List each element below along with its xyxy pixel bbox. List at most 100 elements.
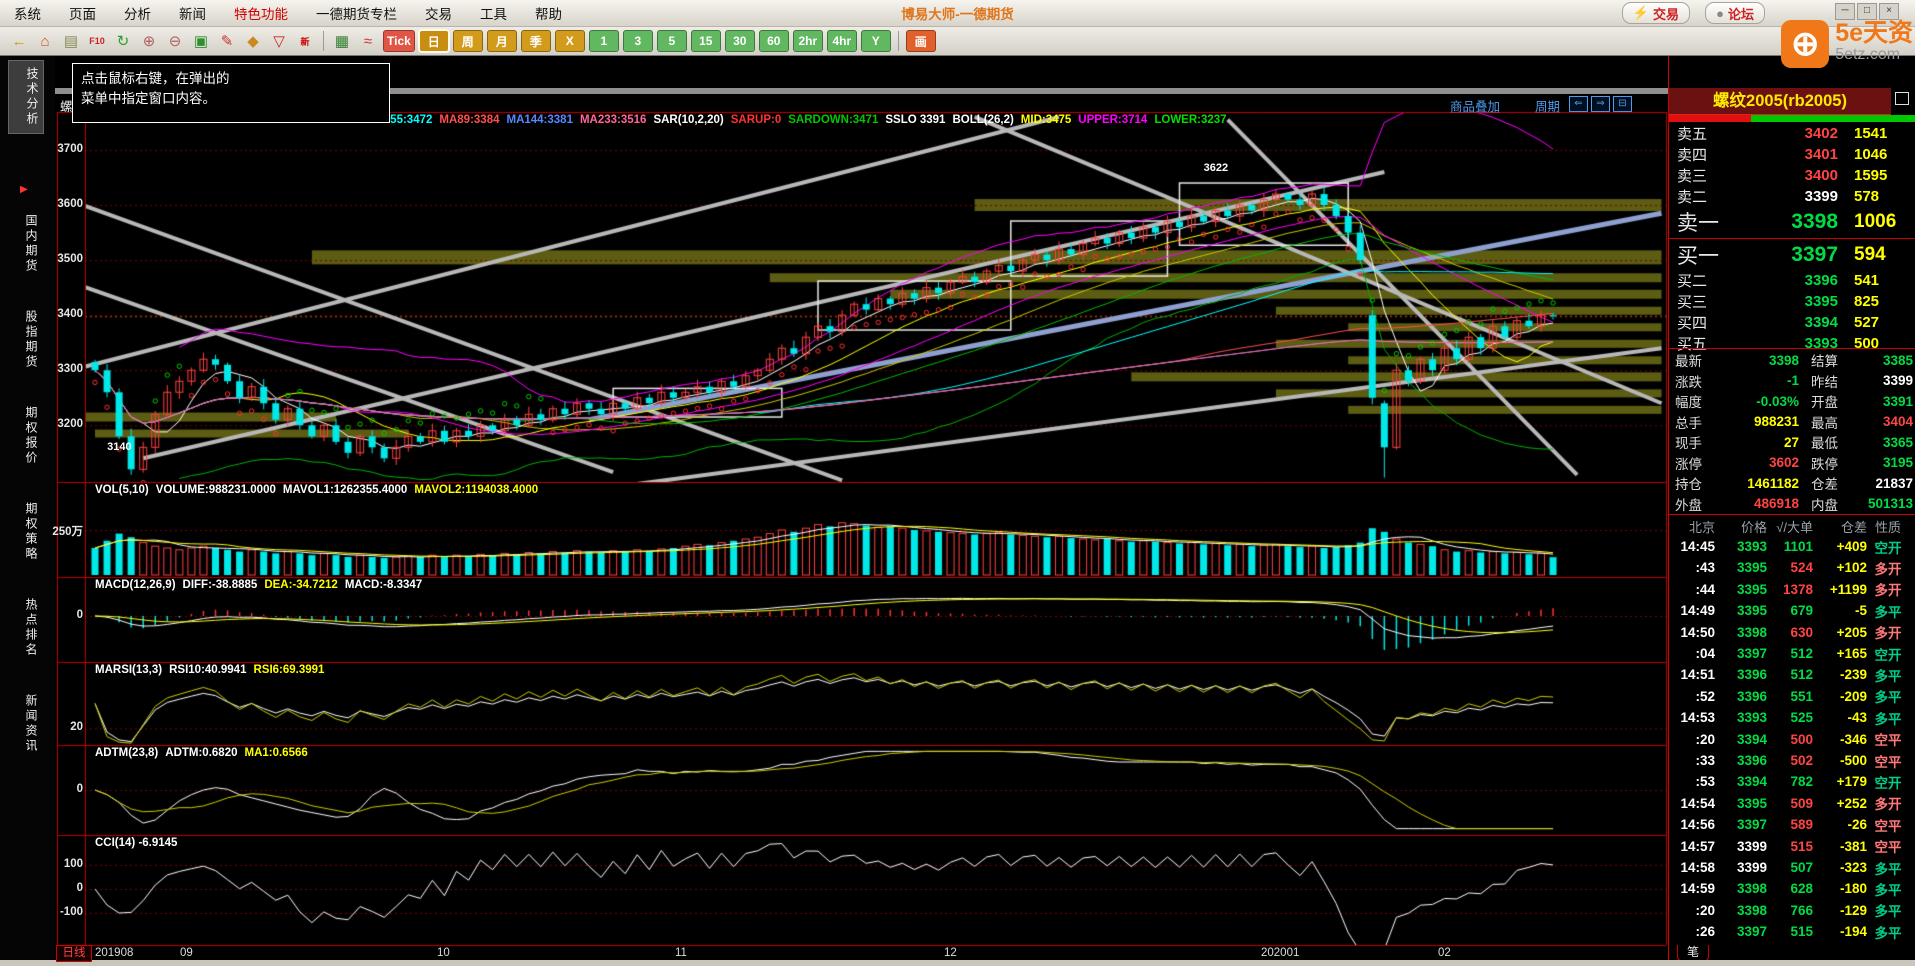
period-day-button[interactable]: 日 [419, 30, 449, 52]
ask-row-5[interactable]: 卖五34021541 [1669, 123, 1915, 144]
menu-item-7[interactable]: 交易 [411, 3, 466, 23]
stat-value: 3398 [1713, 353, 1799, 368]
stat-label: 昨结 [1799, 371, 1849, 391]
indicator-value: MA89:3384 [439, 114, 499, 126]
period-5m-button[interactable]: 5 [657, 30, 687, 52]
menu-item-5[interactable]: 特色功能 [220, 3, 302, 23]
restore-window-icon[interactable] [1895, 92, 1909, 105]
sidebar-tab-analysis[interactable]: 技术分析 [8, 60, 44, 134]
trade-button-label: 交易 [1653, 4, 1679, 23]
stat-value: 988231 [1713, 414, 1799, 429]
blocks-icon[interactable]: ▣ [189, 29, 213, 53]
tick-price: 3395 [1715, 560, 1767, 575]
tick-header-cell: 北京 [1669, 517, 1715, 536]
ask-row-2[interactable]: 卖二3399578 [1669, 186, 1915, 207]
tick-row: :433395524+102多开 [1669, 557, 1915, 578]
ask-row-1[interactable]: 卖一33981006 [1669, 207, 1915, 236]
period-y-button[interactable]: Y [861, 30, 891, 52]
main-chart-canvas[interactable] [55, 56, 1668, 960]
period-tab[interactable]: 日线 [56, 945, 92, 962]
news-icon[interactable]: ▤ [59, 29, 83, 53]
indicator-value: MAVOL1:1262355.4000 [283, 484, 407, 496]
depth-price: 3398 [1719, 210, 1838, 234]
bid-row-4[interactable]: 买四3394527 [1669, 312, 1915, 333]
sidebar-item-2[interactable]: 股指期货 [10, 310, 40, 370]
filter-icon[interactable]: ▽ [267, 29, 291, 53]
tick-row: :4433951378+1199多开 [1669, 579, 1915, 600]
screenshot-button[interactable]: 画 [906, 30, 936, 52]
board-icon[interactable]: ▦ [330, 29, 354, 53]
home-icon[interactable]: ⌂ [33, 29, 57, 53]
sidebar-item-5[interactable]: 热点排名 [10, 598, 40, 658]
period-month-button[interactable]: 月 [487, 30, 517, 52]
period-2hr-button[interactable]: 2hr [793, 30, 823, 52]
tick-button[interactable]: Tick [383, 30, 415, 52]
contract-title: 螺纹2005(rb2005) [1669, 88, 1891, 115]
bid-row-1[interactable]: 买一3397594 [1669, 240, 1915, 269]
tick-time: :43 [1669, 560, 1715, 575]
period-15m-button[interactable]: 15 [691, 30, 721, 52]
tick-list-header: 北京价格√/大单仓差性质 [1669, 516, 1915, 536]
back-icon[interactable]: ← [7, 29, 31, 53]
depth-label: 买一 [1669, 240, 1719, 270]
sidebar-item-1[interactable]: 国内期货 [10, 214, 40, 274]
lightning-icon: ⚡ [1633, 5, 1649, 21]
tick-oi-delta: -346 [1813, 732, 1867, 747]
new-icon[interactable]: 新 [293, 29, 317, 53]
stat-label: 跌停 [1799, 453, 1849, 473]
period-60m-button[interactable]: 60 [759, 30, 789, 52]
forum-button[interactable]: ●论坛 [1705, 2, 1765, 24]
sidebar-item-6[interactable]: 新闻资讯 [10, 694, 40, 754]
tick-header-cell: √/大单 [1767, 517, 1813, 536]
menu-item-3[interactable]: 分析 [110, 3, 165, 23]
menu-item-8[interactable]: 工具 [466, 3, 521, 23]
stat-label: 现手 [1669, 432, 1713, 452]
period-quarter-button[interactable]: 季 [521, 30, 551, 52]
trade-button[interactable]: ⚡交易 [1622, 2, 1690, 24]
tick-price: 3397 [1715, 646, 1767, 661]
stat-label: 幅度 [1669, 391, 1713, 411]
sidebar-arrow-icon[interactable]: ▶ [20, 184, 28, 195]
tick-oi-delta: -239 [1813, 667, 1867, 682]
indicator-value: MA233:3516 [580, 114, 646, 126]
bid-row-2[interactable]: 买二3396541 [1669, 270, 1915, 291]
zoom-in-icon[interactable]: ⊕ [137, 29, 161, 53]
trend-icon[interactable]: ≈ [356, 29, 380, 53]
tick-price: 3398 [1715, 881, 1767, 896]
refresh-icon[interactable]: ↻ [111, 29, 135, 53]
menu-item-6[interactable]: 一德期货专栏 [302, 3, 411, 23]
close-button[interactable]: × [1879, 3, 1899, 20]
time-axis-label: 12 [944, 947, 957, 959]
maximize-button[interactable]: □ [1857, 3, 1877, 20]
tick-oi-delta: -381 [1813, 839, 1867, 854]
tick-oi-delta: -194 [1813, 924, 1867, 939]
f10-icon[interactable]: F10 [85, 29, 109, 53]
tick-volume: 782 [1767, 774, 1813, 789]
menu-item-2[interactable]: 页面 [55, 3, 110, 23]
period-30m-button[interactable]: 30 [725, 30, 755, 52]
menu-item-1[interactable]: 系统 [0, 3, 55, 23]
pencil-icon[interactable]: ✎ [215, 29, 239, 53]
period-4hr-button[interactable]: 4hr [827, 30, 857, 52]
toolbar-separator [323, 31, 324, 51]
minimize-button[interactable]: ─ [1835, 3, 1855, 20]
stat-row: 涨跌-1昨结3399 [1669, 371, 1915, 391]
tick-row: :203398766-129多平 [1669, 900, 1915, 921]
sidebar-item-4[interactable]: 期权策略 [10, 502, 40, 562]
zoom-out-icon[interactable]: ⊖ [163, 29, 187, 53]
sidebar-item-3[interactable]: 期权报价 [10, 406, 40, 466]
ask-row-4[interactable]: 卖四34011046 [1669, 144, 1915, 165]
period-1m-button[interactable]: 1 [589, 30, 619, 52]
bid-row-3[interactable]: 买三3395825 [1669, 291, 1915, 312]
period-x-button[interactable]: X [555, 30, 585, 52]
brush-icon[interactable]: ◆ [241, 29, 265, 53]
watermark-logo-icon: ⊕ [1781, 20, 1829, 68]
ask-row-3[interactable]: 卖三34001595 [1669, 165, 1915, 186]
tick-nature: 多平 [1867, 858, 1909, 878]
indicator-value: DEA:-34.7212 [264, 579, 338, 591]
period-3m-button[interactable]: 3 [623, 30, 653, 52]
menu-item-9[interactable]: 帮助 [521, 3, 576, 23]
tick-nature: 空开 [1867, 772, 1909, 792]
period-week-button[interactable]: 周 [453, 30, 483, 52]
menu-item-4[interactable]: 新闻 [165, 3, 220, 23]
